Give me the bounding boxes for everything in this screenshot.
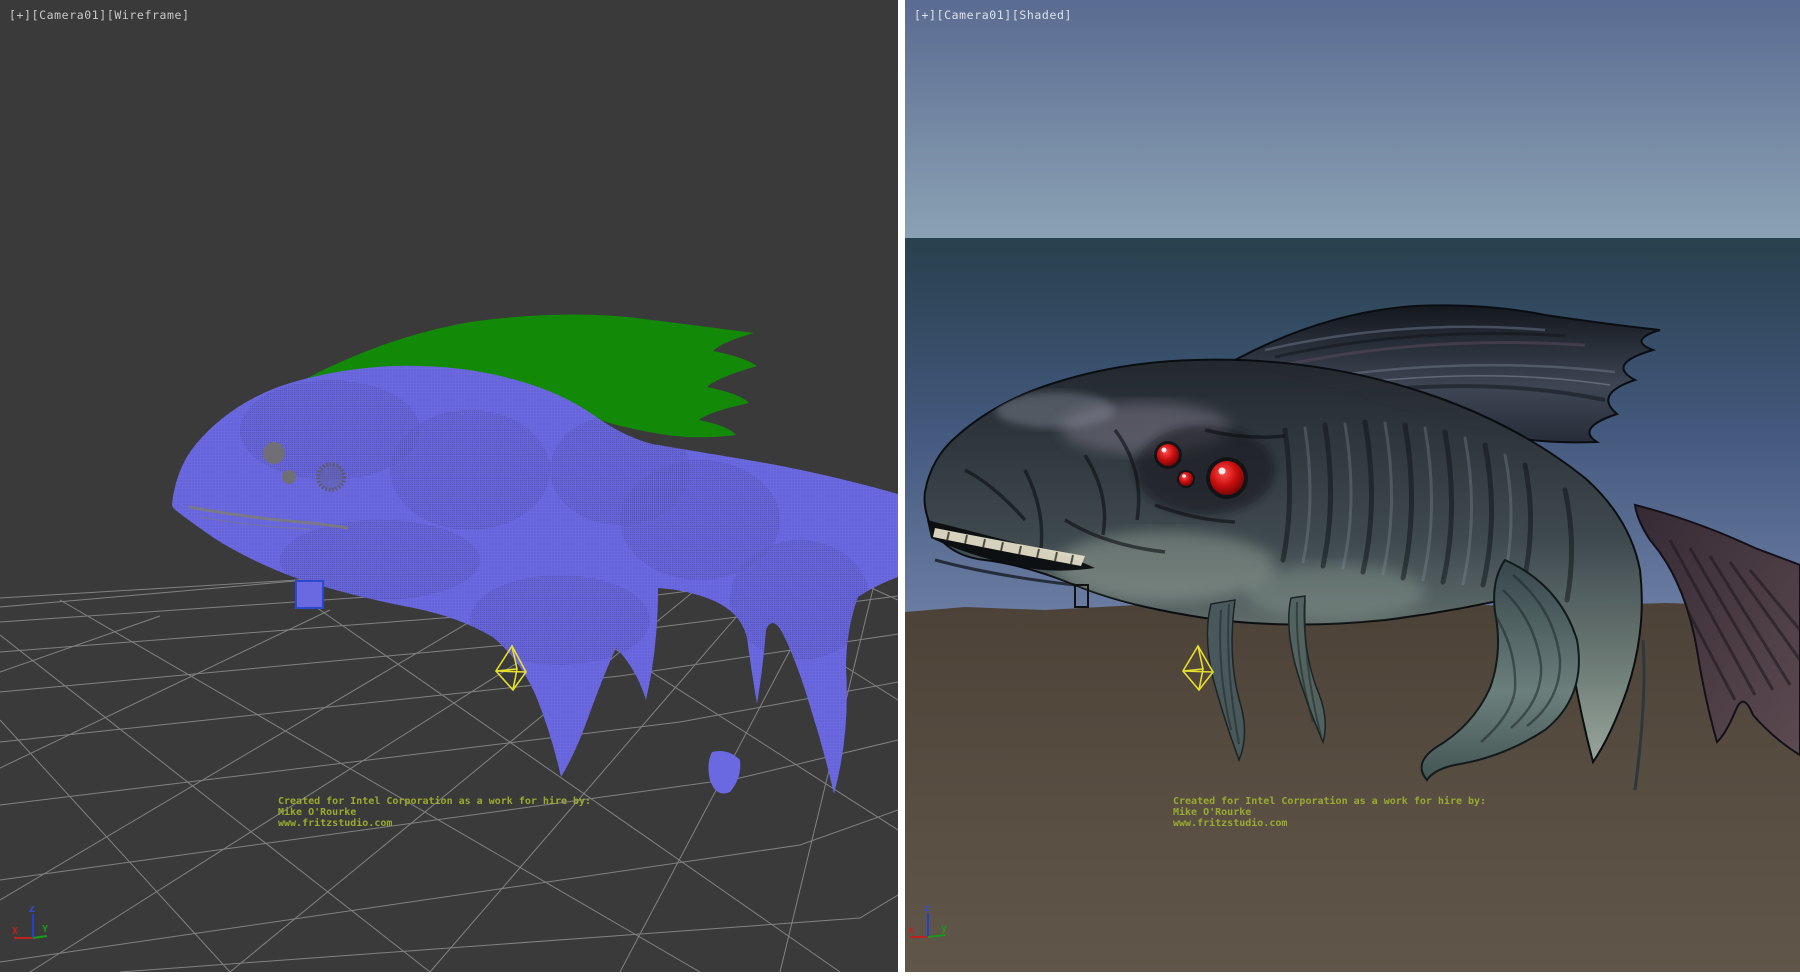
attribution-line-3: www.fritzstudio.com	[1173, 818, 1486, 829]
viewport-menu-expand[interactable]: [+]	[914, 8, 937, 22]
viewport-menu-expand[interactable]: [+]	[9, 8, 32, 22]
world-axis-gizmo: X Z Y	[0, 906, 70, 966]
eye-highlight	[1219, 468, 1226, 475]
eye-highlight	[1162, 448, 1167, 453]
axis-x-label: X	[12, 926, 18, 937]
sky-upper-band	[905, 0, 1800, 238]
viewport-menu-camera[interactable]: [Camera01]	[937, 8, 1012, 22]
viewport-menu-shading-mode[interactable]: [Wireframe]	[107, 8, 190, 22]
max-viewport-window: [+][Camera01][Wireframe] Created for Int…	[0, 0, 1800, 978]
fish-eye-dotted	[318, 464, 344, 490]
viewport-label: [+][Camera01][Wireframe]	[9, 8, 190, 22]
viewport-menu-shading-mode[interactable]: [Shaded]	[1012, 8, 1072, 22]
attribution-text: Created for Intel Corporation as a work …	[278, 796, 591, 829]
fish-eye-large	[1210, 461, 1244, 495]
attribution-line-1: Created for Intel Corporation as a work …	[278, 796, 591, 807]
world-axis-gizmo: x z y	[905, 906, 975, 966]
axis-y-label: Y	[42, 924, 48, 935]
window-frame-bottom	[0, 972, 1800, 978]
attribution-line-2: Mike O'Rourke	[278, 807, 591, 818]
ground-plane	[905, 603, 1800, 972]
viewport-shaded[interactable]: [+][Camera01][Shaded] Created for Intel …	[905, 0, 1800, 972]
attribution-line-3: www.fritzstudio.com	[278, 818, 591, 829]
viewport-label: [+][Camera01][Shaded]	[914, 8, 1072, 22]
attribution-line-2: Mike O'Rourke	[1173, 807, 1486, 818]
viewport-menu-camera[interactable]: [Camera01]	[32, 8, 107, 22]
fish-eye-spot-small	[282, 470, 296, 484]
viewport-splitter[interactable]	[898, 0, 905, 972]
axis-z-label: z	[924, 906, 930, 914]
helper-box-object[interactable]	[296, 581, 323, 608]
fish-eye-spot-large	[263, 442, 285, 464]
axis-z-label: Z	[29, 906, 35, 915]
flank-sheen	[1245, 564, 1425, 620]
axis-y-label: y	[941, 923, 947, 934]
axis-x-label: x	[908, 925, 914, 936]
eye-highlight	[1182, 474, 1186, 478]
fish-eye-small	[1157, 444, 1179, 466]
fish-eye-tiny	[1179, 472, 1193, 486]
attribution-text: Created for Intel Corporation as a work …	[1173, 796, 1486, 829]
viewport-wireframe[interactable]: [+][Camera01][Wireframe] Created for Int…	[0, 0, 898, 972]
attribution-line-1: Created for Intel Corporation as a work …	[1173, 796, 1486, 807]
